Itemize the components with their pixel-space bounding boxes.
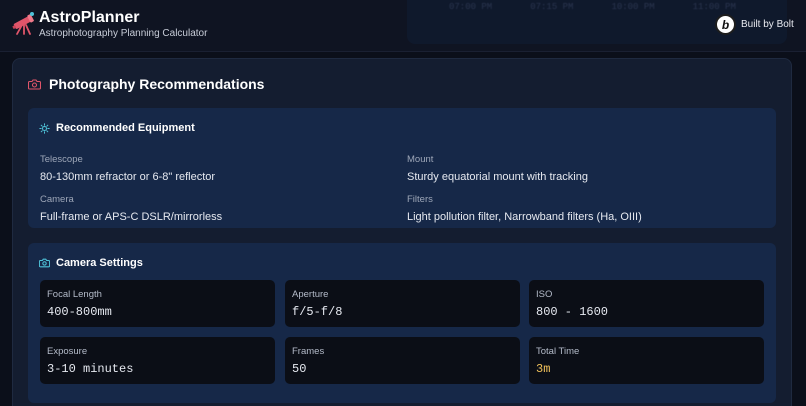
setting-frames: Frames 50 [285,337,520,384]
photography-recommendations-card: Photography Recommendations Recommended … [12,58,792,406]
camera-icon [39,258,50,268]
setting-exposure: Exposure 3-10 minutes [40,337,275,384]
equipment-value: 80-130mm refractor or 6-8" reflector [40,171,216,183]
app-title: AstroPlanner [39,9,140,26]
equipment-label: Telescope [40,154,83,165]
camera-icon [28,78,41,90]
equipment-value: Sturdy equatorial mount with tracking [407,171,588,183]
camera-settings-section: Camera Settings Focal Length 400-800mm A… [28,243,776,403]
timeline-cell: 11:00 PM [692,2,736,12]
section-title: Camera Settings [56,257,143,269]
timeline-cell: 07:15 PM [530,2,574,12]
timeline-cell: 07:00 PM [449,2,493,12]
card-header: Photography Recommendations [28,76,264,92]
equipment-label: Camera [40,194,74,205]
equipment-value: Light pollution filter, Narrowband filte… [407,211,642,223]
equipment-label: Filters [407,194,433,205]
telescope-icon [12,12,34,35]
setting-label: Focal Length [47,289,102,300]
setting-value: f/5-f/8 [292,305,343,319]
built-by-bolt-badge[interactable]: b Built by Bolt [715,14,794,35]
equipment-value: Full-frame or APS-C DSLR/mirrorless [40,211,223,223]
setting-total-time: Total Time 3m [529,337,764,384]
equipment-mount: Mount Sturdy equatorial mount with track… [407,154,737,183]
setting-iso: ISO 800 - 1600 [529,280,764,327]
setting-focal-length: Focal Length 400-800mm [40,280,275,327]
app-subtitle: Astrophotography Planning Calculator [39,28,208,39]
equipment-telescope: Telescope 80-130mm refractor or 6-8" ref… [40,154,370,183]
card-title: Photography Recommendations [49,76,265,92]
setting-label: Frames [292,346,325,357]
setting-value: 800 - 1600 [536,305,609,319]
setting-value: 50 [292,362,307,376]
recommended-equipment-section: Recommended Equipment Telescope 80-130mm… [28,108,776,228]
section-title: Recommended Equipment [56,122,195,134]
section-header: Camera Settings [39,257,143,269]
bolt-badge-label: Built by Bolt [741,19,794,30]
equipment-filters: Filters Light pollution filter, Narrowba… [407,194,767,223]
setting-value: 3-10 minutes [47,362,134,376]
setting-aperture: Aperture f/5-f/8 [285,280,520,327]
settings-gear-icon [39,122,50,134]
setting-value: 3m [536,362,551,376]
bolt-logo-icon: b [715,14,736,35]
setting-label: Aperture [292,289,329,300]
equipment-camera: Camera Full-frame or APS-C DSLR/mirrorle… [40,194,370,223]
setting-value: 400-800mm [47,305,112,319]
equipment-label: Mount [407,154,434,165]
app-header: 07:00 PM 07:15 PM 10:00 PM 11:00 PM Astr… [0,0,806,52]
setting-label: Exposure [47,346,88,357]
timeline-cell: 10:00 PM [611,2,655,12]
setting-label: ISO [536,289,553,300]
section-header: Recommended Equipment [39,122,195,134]
setting-label: Total Time [536,346,580,357]
